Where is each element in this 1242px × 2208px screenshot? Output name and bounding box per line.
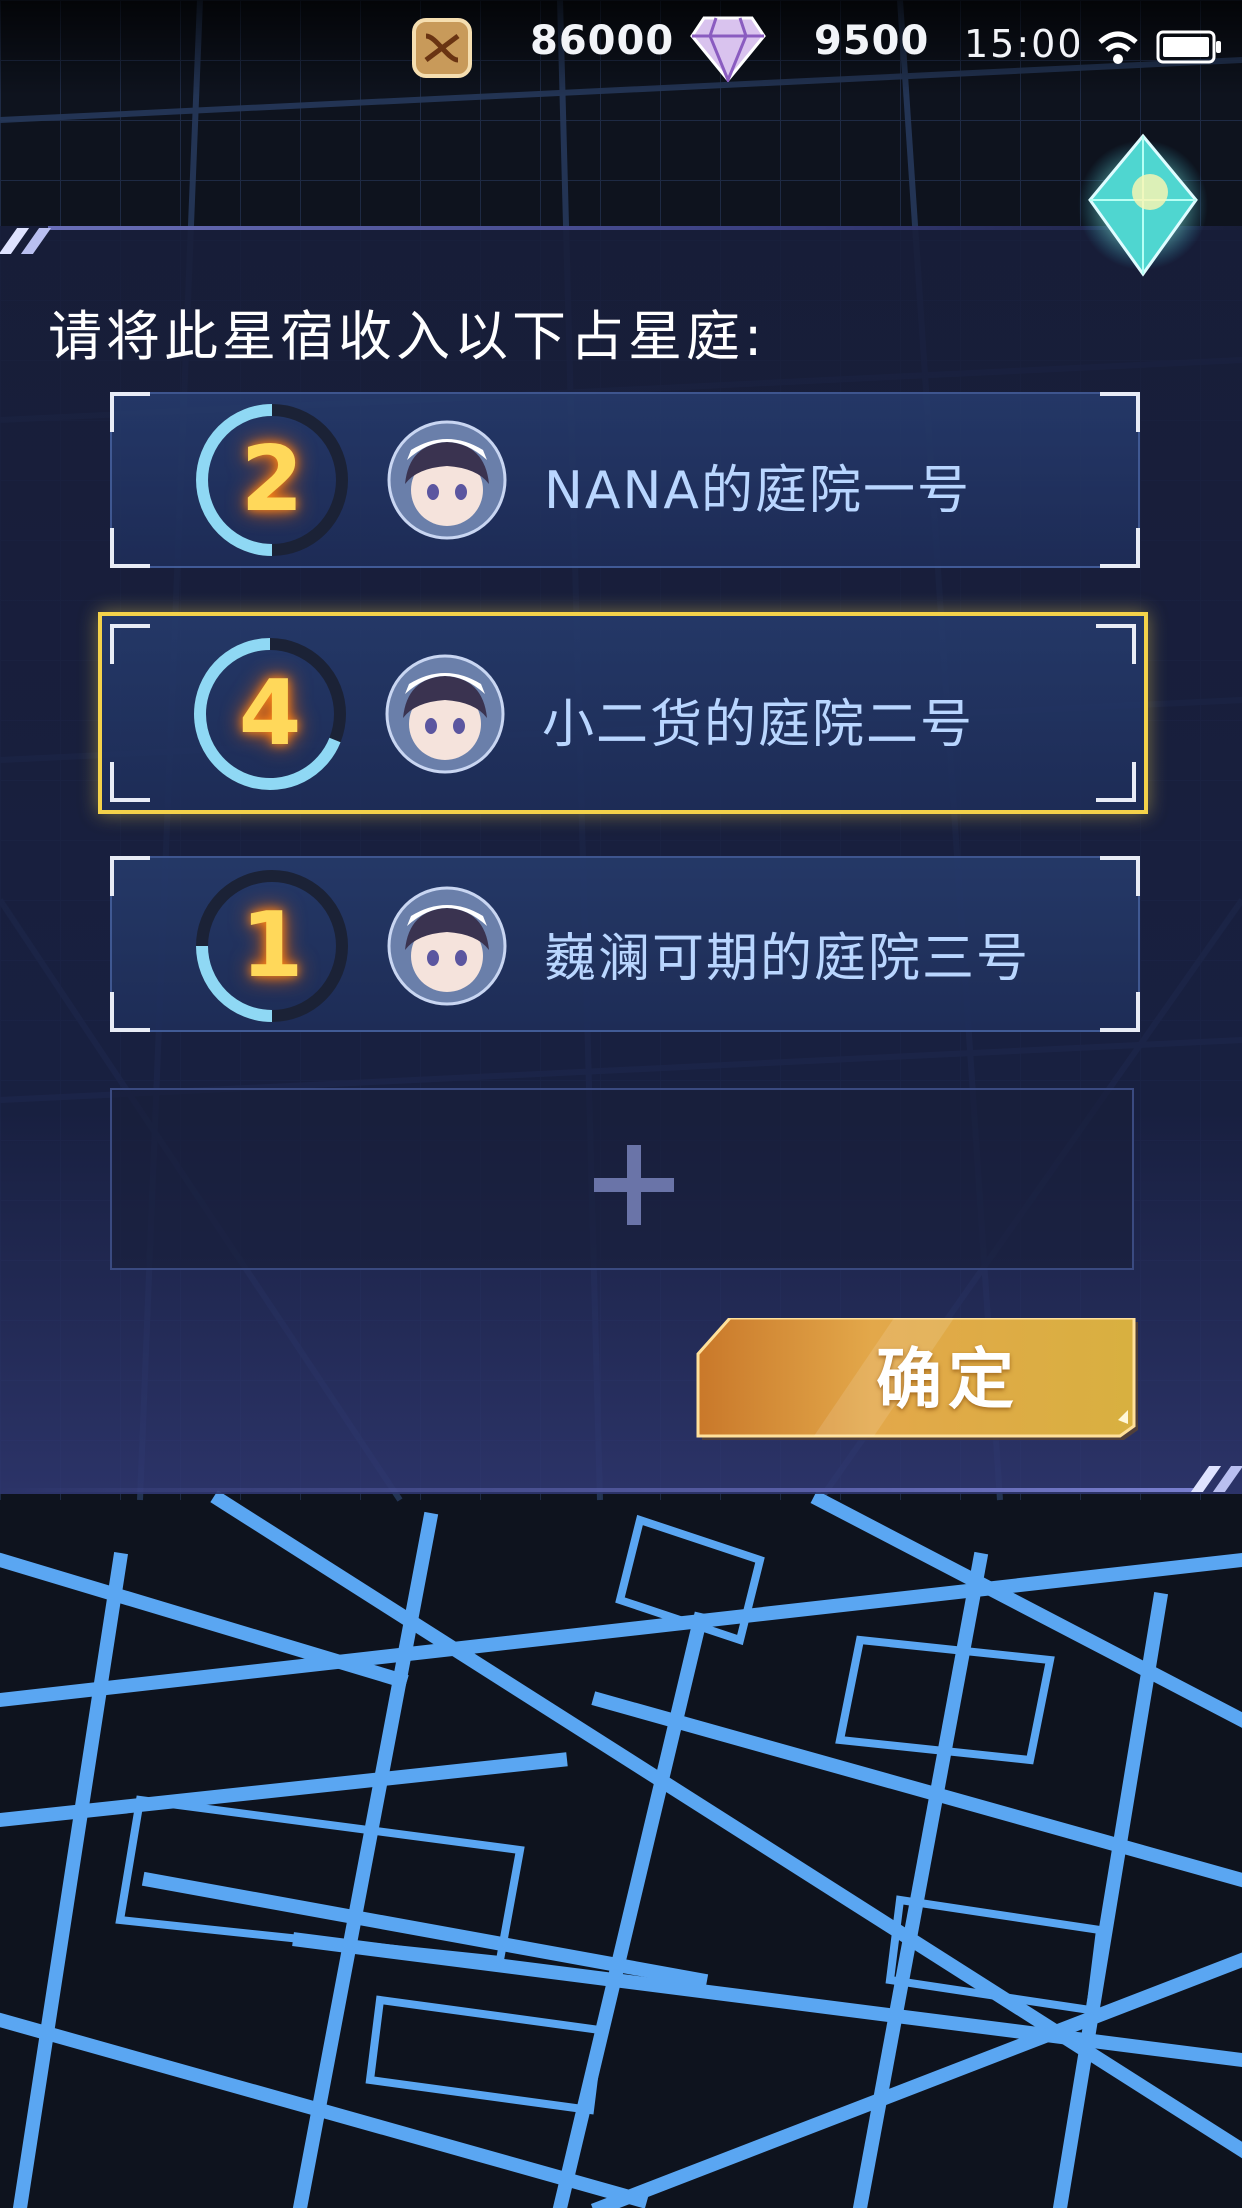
garden-name: 小二货的庭院二号 bbox=[542, 695, 975, 755]
confirm-label: 确定 bbox=[876, 1341, 1020, 1418]
dialog-bottom-border bbox=[0, 1488, 1200, 1492]
garden-name: NANA的庭院一号 bbox=[544, 461, 971, 521]
corner-bracket bbox=[1100, 392, 1140, 432]
level-number: 1 bbox=[240, 893, 304, 998]
add-garden-slot[interactable] bbox=[110, 1088, 1134, 1270]
corner-bracket bbox=[110, 992, 150, 1032]
corner-bracket bbox=[1100, 992, 1140, 1032]
clock-time: 15:00 bbox=[964, 22, 1084, 66]
corner-bracket bbox=[110, 624, 150, 664]
garden-card-2[interactable]: 4 小二货的庭院二号 bbox=[98, 612, 1148, 814]
battery-icon bbox=[1156, 30, 1221, 64]
dialog-top-border bbox=[48, 226, 1242, 230]
gold-amount: 86000 bbox=[530, 18, 675, 64]
level-number: 4 bbox=[238, 661, 302, 766]
corner-bracket bbox=[110, 856, 150, 896]
garden-card-3[interactable]: 1 巍澜可期的庭院三号 bbox=[110, 856, 1140, 1032]
status-bar: 86000 9500 15:00 bbox=[0, 0, 1242, 96]
garden-name: 巍澜可期的庭院三号 bbox=[544, 929, 1031, 989]
corner-bracket bbox=[110, 528, 150, 568]
corner-bracket bbox=[1100, 528, 1140, 568]
gem-amount: 9500 bbox=[814, 18, 930, 64]
corner-bracket bbox=[1100, 856, 1140, 896]
level-number: 2 bbox=[240, 427, 304, 532]
diamond-icon bbox=[690, 16, 766, 82]
avatar bbox=[387, 420, 507, 540]
dialog-title: 请将此星宿收入以下占星庭: bbox=[48, 305, 767, 368]
confirm-button[interactable]: 确定 bbox=[694, 1318, 1142, 1442]
corner-bracket bbox=[1096, 624, 1136, 664]
plus-icon bbox=[594, 1145, 674, 1225]
garden-card-1[interactable]: 2 NANA的庭院一号 bbox=[110, 392, 1140, 568]
corner-bracket bbox=[110, 392, 150, 432]
corner-bracket bbox=[1096, 762, 1136, 802]
coin-icon bbox=[412, 18, 472, 78]
wifi-icon bbox=[1098, 31, 1138, 64]
crystal-icon bbox=[1078, 133, 1208, 277]
avatar bbox=[387, 886, 507, 1006]
corner-bracket bbox=[110, 762, 150, 802]
avatar bbox=[385, 654, 505, 774]
